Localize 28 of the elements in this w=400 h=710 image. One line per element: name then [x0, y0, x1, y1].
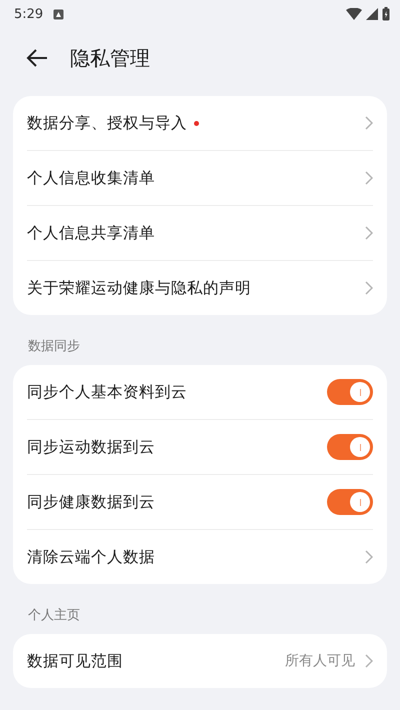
notification-icon [53, 8, 64, 20]
chevron-right-icon [365, 171, 373, 185]
chevron-right-icon [365, 654, 373, 668]
battery-icon [382, 7, 390, 21]
chevron-right-icon [365, 226, 373, 240]
signal-icon [366, 8, 378, 20]
chevron-right-icon [365, 281, 373, 295]
setting-label: 同步个人基本资料到云 [27, 382, 187, 402]
menu-item[interactable]: 数据分享、授权与导入 [27, 112, 187, 134]
status-time: 5:29 [14, 6, 44, 22]
toggle-switch[interactable] [327, 434, 373, 460]
menu-item[interactable]: 个人信息共享清单 [27, 222, 155, 244]
wifi-icon [346, 8, 362, 20]
menu-item[interactable]: 数据可见范围 [27, 650, 123, 672]
menu-item[interactable]: 关于荣耀运动健康与隐私的声明 [27, 278, 251, 298]
section-title: 数据同步 [27, 338, 81, 356]
menu-item[interactable]: 清除云端个人数据 [27, 546, 155, 568]
setting-label: 同步健康数据到云 [27, 492, 155, 512]
section-title: 个人主页 [27, 607, 81, 625]
toggle-switch[interactable] [327, 489, 373, 515]
page-title: 隐私管理 [70, 44, 150, 72]
toggle-switch[interactable] [327, 379, 373, 405]
menu-item[interactable]: 个人信息收集清单 [27, 168, 155, 188]
back-arrow-icon[interactable] [26, 49, 48, 67]
chevron-right-icon [365, 116, 373, 130]
chevron-right-icon [365, 550, 373, 564]
setting-label: 同步运动数据到云 [27, 436, 155, 458]
setting-value: 所有人可见 [285, 652, 355, 670]
